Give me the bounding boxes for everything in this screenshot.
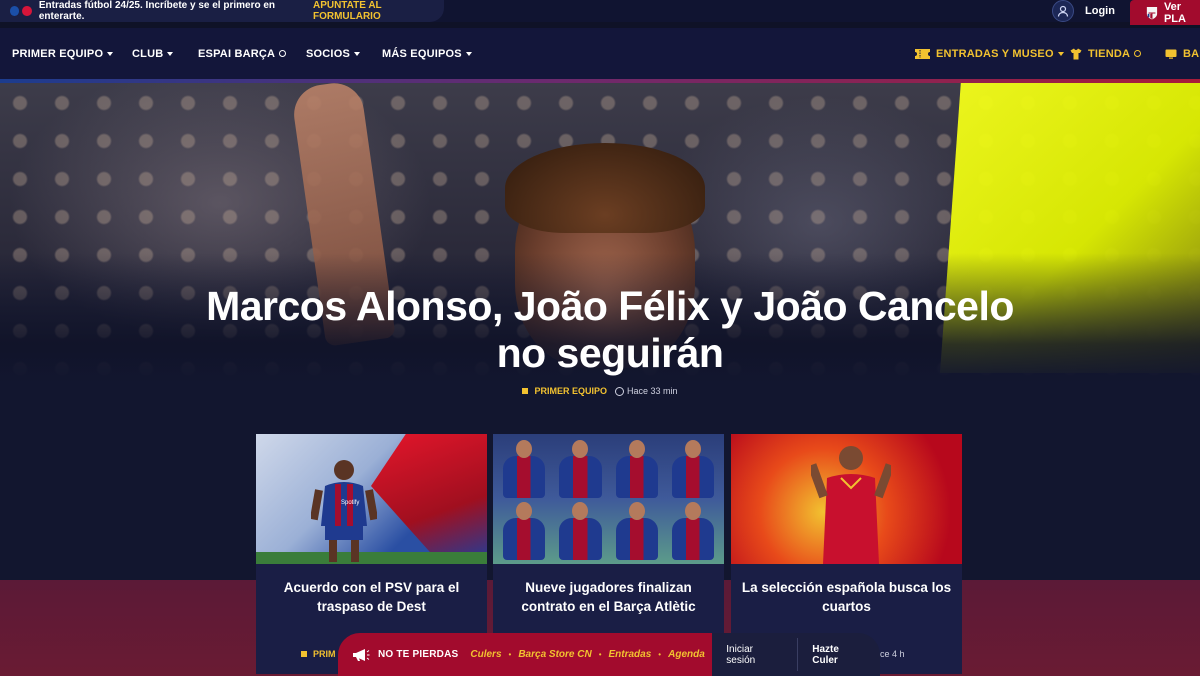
hero-meta: PRIMER EQUIPO Hace 33 min <box>0 386 1200 396</box>
announcement-banner[interactable]: Entradas fútbol 24/25. Incríbete y se el… <box>0 0 444 22</box>
bullet-separator: • <box>658 650 662 659</box>
ver-pla-button[interactable]: Ver PLA <box>1130 0 1200 25</box>
barca-crest-icon <box>1146 6 1158 19</box>
tv-icon <box>1165 49 1177 59</box>
clock-icon <box>614 386 624 396</box>
category-square-icon <box>522 388 529 394</box>
red-dot-icon <box>22 6 32 16</box>
nav-item-label: BAR <box>1183 47 1200 60</box>
flag-graphic <box>371 434 487 564</box>
news-card-image: Spotify <box>256 434 487 564</box>
player-figure: Spotify <box>311 460 377 562</box>
player-figure <box>615 502 658 560</box>
player-figure <box>503 440 546 498</box>
link-barca-store-cn[interactable]: Barça Store CN <box>518 649 591 660</box>
nav-item-label: ESPAI BARÇA <box>198 47 276 60</box>
player-hair <box>505 143 705 233</box>
bullet-separator: • <box>598 650 602 659</box>
card-category-link[interactable]: PRIM <box>313 649 336 659</box>
sponsor-text: Spotify <box>341 500 359 506</box>
player-figure <box>671 502 714 560</box>
login-button[interactable]: Login <box>1052 0 1115 22</box>
nav-item-socios[interactable]: SOCIOS <box>306 28 360 79</box>
ver-pla-label: Ver PLA <box>1163 0 1186 25</box>
nav-item-label: PRIMER EQUIPO <box>12 47 104 60</box>
nav-item-label: TIENDA <box>1088 47 1131 60</box>
shirt-icon <box>1070 48 1082 60</box>
nav-item-label: MÁS EQUIPOS <box>382 47 462 60</box>
top-bar: Entradas fútbol 24/25. Incríbete y se el… <box>0 0 1200 25</box>
dont-miss-bar: NO TE PIERDAS Culers • Barça Store CN • … <box>338 633 880 676</box>
player-collage <box>493 434 724 564</box>
link-entradas[interactable]: Entradas <box>609 649 652 660</box>
nav-item-espai-barca[interactable]: ESPAI BARÇA <box>198 28 287 79</box>
nav-item-tienda[interactable]: TIENDA <box>1070 28 1142 79</box>
ticket-icon <box>915 48 930 59</box>
nav-item-primer-equipo[interactable]: PRIMER EQUIPO <box>12 28 114 79</box>
chevron-down-icon <box>167 51 174 56</box>
player-figure <box>559 502 602 560</box>
player-figure <box>559 440 602 498</box>
hero-headline[interactable]: Marcos Alonso, João Félix y João Cancelo… <box>180 283 1040 377</box>
player-figure <box>503 502 546 560</box>
announcement-cta-link[interactable]: APÚNTATE AL FORMULARIO <box>313 0 444 22</box>
nav-item-bar[interactable]: BAR <box>1165 28 1200 79</box>
player-figure <box>615 440 658 498</box>
link-agenda[interactable]: Agenda <box>668 649 705 660</box>
external-link-icon <box>279 50 287 57</box>
news-card-title: Acuerdo con el PSV para el traspaso de D… <box>283 580 460 614</box>
join-button[interactable]: Hazte Culer <box>798 644 880 666</box>
news-card-title: La selección española busca los cuartos <box>741 580 952 614</box>
nav-item-label: ENTRADAS Y MUSEO <box>936 47 1054 60</box>
card-meta: PRIM <box>301 649 336 659</box>
megaphone-icon <box>353 648 370 661</box>
news-card-title: Nueve jugadores finalizan contrato en el… <box>521 580 696 614</box>
nav-item-label: SOCIOS <box>306 47 350 60</box>
chevron-down-icon <box>107 51 114 56</box>
signin-button[interactable]: Iniciar sesión <box>712 644 797 666</box>
dont-miss-links: NO TE PIERDAS Culers • Barça Store CN • … <box>338 633 713 676</box>
external-link-icon <box>1134 50 1142 57</box>
user-icon <box>1052 0 1074 22</box>
card-time: ce 4 h <box>880 649 905 659</box>
bullet-separator: • <box>508 650 512 659</box>
chevron-down-icon <box>465 51 472 56</box>
nav-item-club[interactable]: CLUB <box>132 28 174 79</box>
login-label: Login <box>1085 5 1115 17</box>
nav-item-label: CLUB <box>132 47 164 60</box>
blue-dot-icon <box>10 6 20 16</box>
account-actions: Iniciar sesión Hazte Culer <box>712 633 880 676</box>
dont-miss-label: NO TE PIERDAS <box>378 649 459 660</box>
news-card-image <box>731 434 962 564</box>
category-square-icon <box>301 651 307 657</box>
announcement-text: Entradas fútbol 24/25. Incríbete y se el… <box>38 0 276 22</box>
chevron-down-icon <box>354 51 360 56</box>
main-nav: PRIMER EQUIPO CLUB ESPAI BARÇA SOCIOS MÁ… <box>0 28 1200 79</box>
news-card-image <box>493 434 724 564</box>
chevron-down-icon <box>1057 51 1064 56</box>
hero-category-link[interactable]: PRIMER EQUIPO <box>534 386 607 396</box>
link-culers[interactable]: Culers <box>470 649 501 660</box>
player-figure <box>811 446 891 564</box>
hero-time: Hace 33 min <box>626 386 678 396</box>
nav-item-entradas-museo[interactable]: ENTRADAS Y MUSEO <box>915 28 1064 79</box>
nav-item-mas-equipos[interactable]: MÁS EQUIPOS <box>382 28 472 79</box>
player-figure <box>671 440 714 498</box>
